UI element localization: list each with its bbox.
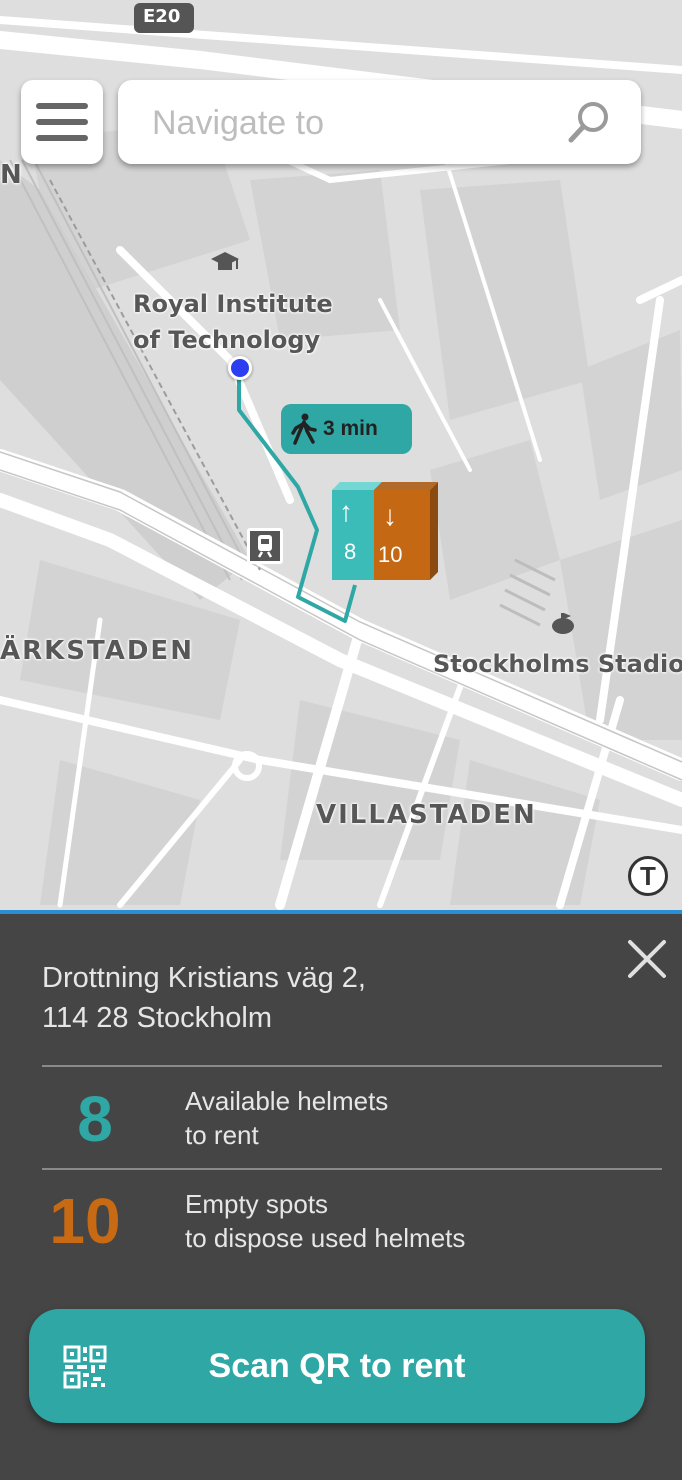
graduation-cap-icon <box>211 252 239 270</box>
station-details-sheet: Drottning Kristians väg 2, 114 28 Stockh… <box>0 910 682 1480</box>
menu-icon <box>36 103 88 141</box>
stadium-label: Stockholms Stadion <box>433 650 682 678</box>
campus-label-line2: of Technology <box>133 326 321 354</box>
station-down-arrow: ↓ <box>383 500 397 531</box>
empty-spots-text: Empty spots to dispose used helmets <box>185 1187 465 1255</box>
station-address: Drottning Kristians väg 2, 114 28 Stockh… <box>42 958 366 1038</box>
stadium-icon <box>552 613 574 634</box>
district-label-bottom: VILLASTADEN <box>316 800 537 830</box>
current-location-dot <box>228 356 252 380</box>
walk-time-badge: 3 min <box>281 404 412 454</box>
helmet-station-marker[interactable]: ↑ 8 ↓ 10 <box>332 482 442 586</box>
divider <box>42 1065 662 1067</box>
metro-icon[interactable]: T <box>628 856 668 896</box>
road-shield-e20: E20 <box>143 6 181 27</box>
scan-qr-label: Scan QR to rent <box>208 1347 466 1385</box>
divider <box>42 1168 662 1170</box>
available-helmets-text: Available helmets to rent <box>185 1084 388 1152</box>
close-icon[interactable] <box>624 936 670 982</box>
station-up-arrow: ↑ <box>339 496 353 527</box>
empty-spots-count: 10 <box>49 1185 121 1257</box>
available-helmets-line2: to rent <box>185 1120 259 1150</box>
search-icon[interactable] <box>567 100 611 144</box>
available-helmets-line1: Available helmets <box>185 1086 389 1116</box>
empty-spots-line1: Empty spots <box>185 1189 329 1219</box>
map-edge-label: N <box>0 160 22 190</box>
station-empty-count: 10 <box>378 542 403 567</box>
station-available-count: 8 <box>344 539 357 564</box>
address-line-2: 114 28 Stockholm <box>42 1002 272 1034</box>
district-label-left: ÄRKSTADEN <box>0 636 194 666</box>
search-bar[interactable] <box>118 80 641 166</box>
train-icon[interactable] <box>247 528 283 564</box>
empty-spots-line2: to dispose used helmets <box>185 1223 466 1253</box>
scan-qr-button[interactable]: Scan QR to rent <box>29 1309 645 1423</box>
walk-time-text: 3 min <box>323 417 378 440</box>
map-view[interactable]: E20 N Royal Institute of Technology 3 mi… <box>0 0 682 910</box>
walking-person-icon <box>291 413 317 445</box>
metro-letter: T <box>640 860 656 891</box>
campus-label: Royal Institute of Technology <box>133 286 333 358</box>
campus-label-line1: Royal Institute <box>133 290 333 318</box>
menu-button[interactable] <box>21 80 103 164</box>
available-helmets-count: 8 <box>77 1083 113 1155</box>
address-line-1: Drottning Kristians väg 2, <box>42 962 366 994</box>
search-input[interactable] <box>150 80 554 166</box>
